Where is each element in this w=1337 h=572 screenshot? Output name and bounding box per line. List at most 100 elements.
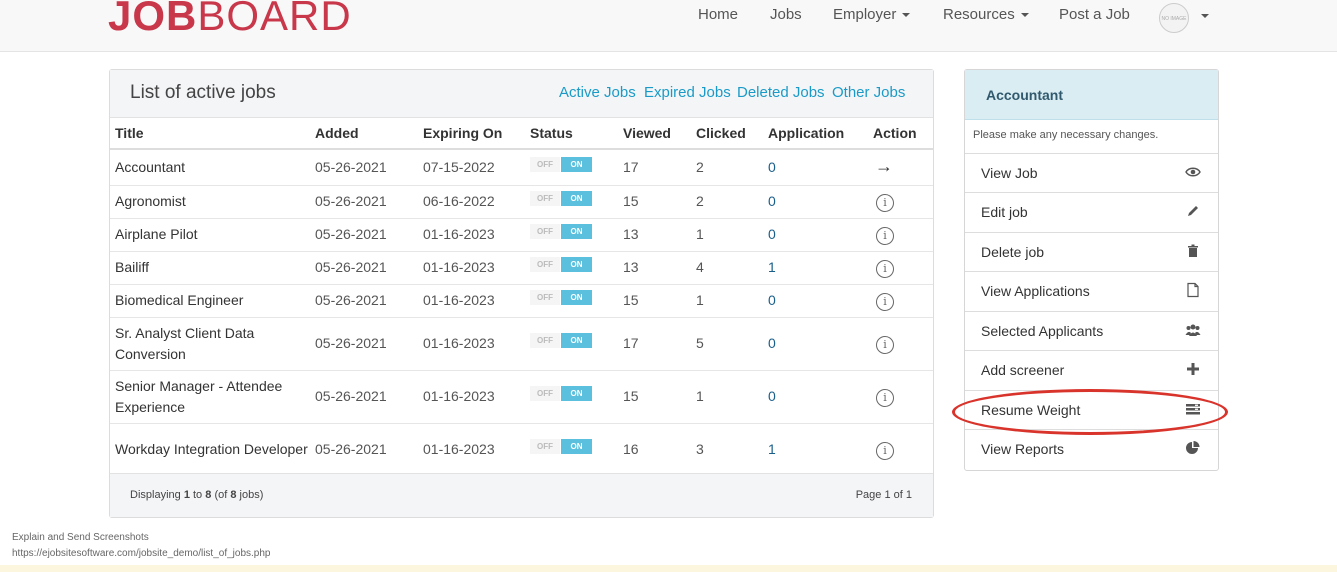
nav-home[interactable]: Home (698, 5, 738, 25)
toggle-off: OFF (530, 439, 560, 454)
toggle-on: ON (561, 439, 592, 454)
view-applications-label: View Applications (981, 283, 1090, 299)
job-added-date: 05-26-2021 (310, 284, 418, 318)
side-panel-note: Please make any necessary changes. (973, 129, 1159, 141)
delete-job-button[interactable]: Delete job (965, 232, 1218, 271)
job-added-date: 05-26-2021 (310, 370, 418, 424)
column-header-application[interactable]: Application (763, 118, 868, 150)
view-job-button[interactable]: View Job (965, 153, 1218, 192)
job-title[interactable]: Airplane Pilot (110, 218, 310, 252)
nav-jobs[interactable]: Jobs (770, 5, 802, 25)
info-icon[interactable]: i (876, 260, 894, 278)
job-viewed-count: 16 (618, 423, 691, 477)
job-action-cell: i (868, 185, 933, 219)
application-count-link[interactable]: 1 (768, 441, 776, 457)
job-title[interactable]: Senior Manager - Attendee Experience (110, 370, 310, 424)
job-status-cell: OFF ON (525, 284, 618, 318)
job-viewed-count: 13 (618, 218, 691, 252)
info-icon[interactable]: i (876, 389, 894, 407)
table-row[interactable]: Sr. Analyst Client Data Conversion 05-26-… (110, 317, 933, 371)
column-header-title[interactable]: Title (110, 118, 310, 150)
jobs-panel: List of active jobs Active Jobs Expired … (109, 69, 934, 518)
status-toggle[interactable]: OFF ON (530, 333, 592, 348)
info-icon[interactable]: i (876, 336, 894, 354)
info-icon[interactable]: i (876, 442, 894, 460)
application-count-link[interactable]: 0 (768, 292, 776, 308)
jobboard-logo[interactable]: JOBBOARD (108, 0, 352, 44)
application-count-link[interactable]: 0 (768, 193, 776, 209)
arrow-right-icon[interactable]: → (875, 156, 893, 176)
job-expiring-date: 01-16-2023 (418, 284, 525, 318)
status-toggle[interactable]: OFF ON (530, 386, 592, 401)
nav-employer[interactable]: Employer (833, 5, 911, 25)
nav-home-label: Home (698, 6, 739, 23)
info-icon[interactable]: i (876, 227, 894, 245)
job-title[interactable]: Sr. Analyst Client Data Conversion (110, 317, 310, 371)
application-count-link[interactable]: 0 (768, 388, 776, 404)
add-screener-button[interactable]: Add screener (965, 350, 1218, 389)
users-icon (1185, 324, 1201, 336)
avatar-text: NO IMAGE (1161, 16, 1187, 22)
status-toggle[interactable]: OFF ON (530, 439, 592, 454)
toggle-off: OFF (530, 191, 560, 206)
active-jobs-link[interactable]: Active Jobs (559, 84, 636, 101)
job-viewed-count: 13 (618, 251, 691, 285)
status-toggle[interactable]: OFF ON (530, 290, 592, 305)
toggle-on: ON (561, 156, 592, 172)
info-icon[interactable]: i (876, 293, 894, 311)
table-row[interactable]: Bailiff 05-26-2021 01-16-2023 OFF ON 13 4 1 i (110, 251, 933, 285)
table-row[interactable]: Airplane Pilot 05-26-2021 01-16-2023 OFF ON 1… (110, 218, 933, 252)
nav-post-a-job[interactable]: Post a Job (1059, 5, 1130, 25)
selected-applicants-button[interactable]: Selected Applicants (965, 311, 1218, 350)
bottom-bar (0, 565, 1337, 572)
selected-applicants-label: Selected Applicants (981, 323, 1104, 339)
job-status-cell: OFF ON (525, 149, 618, 186)
job-title[interactable]: Workday Integration Developer (110, 423, 310, 477)
info-icon[interactable]: i (876, 194, 894, 212)
table-header-row: Title Added Expiring On Status Viewed Cl… (110, 118, 933, 150)
table-row[interactable]: Senior Manager - Attendee Experience 05-2… (110, 370, 933, 424)
application-count-link[interactable]: 1 (768, 259, 776, 275)
status-toggle[interactable]: OFF ON (530, 224, 592, 239)
delete-job-label: Delete job (981, 244, 1045, 260)
toggle-on: ON (561, 386, 592, 401)
application-count-link[interactable]: 0 (768, 159, 776, 175)
job-expiring-date: 01-16-2023 (418, 218, 525, 252)
table-row[interactable]: Biomedical Engineer 05-26-2021 01-16-2023 O… (110, 284, 933, 318)
navbar: JOBBOARD Home Jobs Employer Resources Po… (0, 0, 1337, 52)
deleted-jobs-link[interactable]: Deleted Jobs (737, 84, 825, 101)
highlight-annotation-ellipse (952, 389, 1228, 435)
table-row[interactable]: Accountant 05-26-2021 07-15-2022 OFF ON 17 2 0 → (110, 149, 933, 186)
toggle-off: OFF (530, 333, 560, 348)
column-header-viewed[interactable]: Viewed (618, 118, 691, 150)
column-header-clicked[interactable]: Clicked (691, 118, 763, 150)
view-applications-button[interactable]: View Applications (965, 271, 1218, 310)
job-title[interactable]: Accountant (110, 149, 310, 186)
job-expiring-date: 01-16-2023 (418, 317, 525, 371)
status-toggle[interactable]: OFF ON (530, 191, 592, 206)
job-title[interactable]: Agronomist (110, 185, 310, 219)
chevron-down-icon[interactable] (1201, 14, 1209, 18)
job-title[interactable]: Bailiff (110, 251, 310, 285)
expired-jobs-link[interactable]: Expired Jobs (644, 84, 731, 101)
avatar[interactable]: NO IMAGE (1159, 3, 1189, 33)
status-toggle[interactable]: OFF ON (530, 257, 592, 272)
edit-job-button[interactable]: Edit job (965, 192, 1218, 231)
job-status-cell: OFF ON (525, 251, 618, 285)
application-count-link[interactable]: 0 (768, 335, 776, 351)
job-title[interactable]: Biomedical Engineer (110, 284, 310, 318)
column-header-expiring[interactable]: Expiring On (418, 118, 525, 150)
chevron-down-icon (902, 13, 911, 18)
application-count-link[interactable]: 0 (768, 226, 776, 242)
column-header-status[interactable]: Status (525, 118, 618, 150)
table-row[interactable]: Workday Integration Developer 05-26-2021 0… (110, 423, 933, 477)
nav-resources[interactable]: Resources (943, 5, 1029, 25)
other-jobs-link[interactable]: Other Jobs (832, 84, 905, 101)
logo-text-bold: JOB (108, 0, 198, 39)
job-status-cell: OFF ON (525, 185, 618, 219)
table-row[interactable]: Agronomist 05-26-2021 06-16-2022 OFF ON 15 2 0 i (110, 185, 933, 219)
column-header-added[interactable]: Added (310, 118, 418, 150)
status-toggle[interactable]: OFF ON (530, 156, 592, 172)
toggle-on: ON (561, 333, 592, 348)
job-expiring-date: 01-16-2023 (418, 423, 525, 477)
